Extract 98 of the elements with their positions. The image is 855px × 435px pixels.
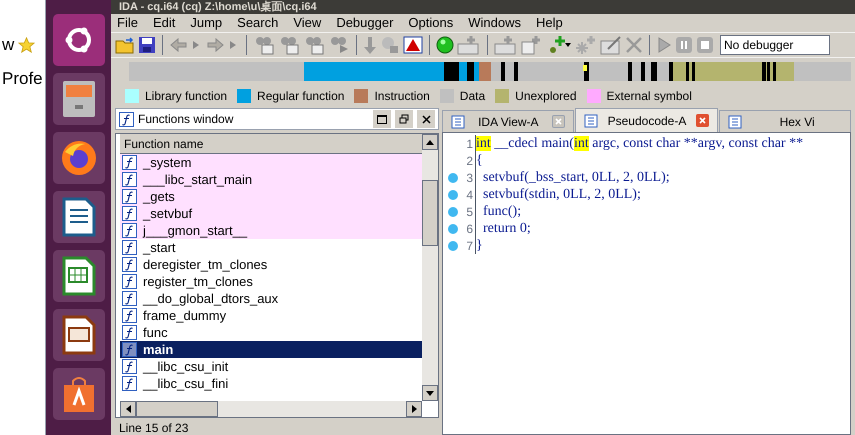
warning-icon[interactable] <box>403 36 423 54</box>
binoculars-icon[interactable] <box>278 35 300 55</box>
code-line: int __cdecl main(int argc, const char **argv, const char ** <box>476 135 804 153</box>
legend-label: Regular function <box>257 88 344 105</box>
close-icon[interactable] <box>417 110 435 128</box>
left-arrow-icon[interactable] <box>126 405 130 413</box>
legend-label: External symbol <box>606 88 692 105</box>
right-arrow-icon[interactable] <box>412 405 416 413</box>
binoculars-icon[interactable] <box>303 35 325 55</box>
document-icon[interactable] <box>52 191 104 243</box>
restore-icon[interactable] <box>395 110 413 128</box>
function-icon <box>122 206 137 221</box>
legend-label: Instruction <box>374 88 430 105</box>
add-string-icon[interactable] <box>521 35 543 55</box>
line-number: 5 <box>465 204 474 220</box>
page-text: w <box>2 34 14 56</box>
star-icon[interactable] <box>18 36 36 53</box>
down-arrow-icon[interactable] <box>426 390 434 396</box>
horizontal-scrollbar[interactable] <box>120 401 422 417</box>
line-number: 2 <box>465 152 474 170</box>
code-line: } <box>476 237 483 255</box>
line-number: 3 <box>465 170 474 186</box>
code-line: return 0; <box>482 220 531 238</box>
menu-item[interactable]: Windows <box>468 13 521 33</box>
menu-item[interactable]: Search <box>237 13 278 33</box>
legend-label: Unexplored <box>515 88 577 105</box>
function-row[interactable]: _setvbuf <box>120 205 422 222</box>
function-row[interactable]: _gets <box>120 188 422 205</box>
pause-icon[interactable] <box>675 36 693 54</box>
menu-item[interactable]: Debugger <box>336 13 394 33</box>
save-icon[interactable] <box>138 36 156 54</box>
function-icon <box>122 223 137 238</box>
legend-label: Data <box>460 88 486 105</box>
folder-icon[interactable] <box>115 36 135 54</box>
scrollbar-thumb[interactable] <box>422 180 438 246</box>
binoculars-icon[interactable] <box>253 35 275 55</box>
function-icon <box>122 308 137 323</box>
menu-item[interactable]: Jump <box>190 13 222 33</box>
status-light-icon[interactable] <box>436 36 454 54</box>
column-header[interactable]: Function name <box>120 134 422 154</box>
document-icon <box>728 114 742 128</box>
play-icon[interactable] <box>656 36 672 54</box>
scrollbar-thumb[interactable] <box>136 401 218 417</box>
window-title: IDA - cq.i64 (cq) Z:\home\u\桌面\cq.i64 <box>119 1 317 13</box>
document-icon <box>451 114 465 128</box>
function-row[interactable]: j___gmon_start__ <box>120 222 422 239</box>
shopping-bag-icon[interactable] <box>52 368 104 420</box>
function-icon <box>122 291 137 306</box>
tab[interactable]: IDA View-A <box>442 110 574 132</box>
page-text: Profe <box>2 68 43 90</box>
function-icon <box>122 274 137 289</box>
debugger-dropdown[interactable]: No debugger <box>720 35 830 55</box>
tab[interactable]: Pseudocode-A <box>574 108 718 132</box>
function-icon <box>122 257 137 272</box>
menu-item[interactable]: Options <box>408 13 454 33</box>
add-code-icon[interactable] <box>457 35 481 55</box>
line-number: 4 <box>465 186 474 204</box>
menu-item[interactable]: View <box>293 13 322 33</box>
code-line: { <box>476 152 483 170</box>
code-line: setvbuf(stdin, 0LL, 2, 0LL); <box>482 186 641 204</box>
binoculars-icon[interactable] <box>328 35 350 55</box>
ubuntu-logo-icon[interactable] <box>52 14 104 66</box>
function-icon <box>119 112 134 126</box>
function-icon <box>122 359 137 374</box>
function-icon <box>122 189 137 204</box>
function-icon <box>122 240 137 255</box>
function-row[interactable]: _system <box>120 154 422 171</box>
function-icon <box>122 376 137 391</box>
menu-item[interactable]: Help <box>536 13 563 33</box>
code-line: setvbuf(_bss_start, 0LL, 2, 0LL); <box>482 169 670 187</box>
function-icon <box>122 342 137 357</box>
line-number: 7 <box>465 238 474 254</box>
stop-icon[interactable] <box>696 36 714 54</box>
menu-item[interactable]: File <box>117 13 138 33</box>
maximize-icon[interactable] <box>373 110 391 128</box>
function-icon <box>122 325 137 340</box>
function-row[interactable]: main <box>120 341 422 358</box>
menu-item[interactable]: Edit <box>152 13 176 33</box>
legend-label: Library function <box>145 88 228 105</box>
spreadsheet-icon[interactable] <box>52 250 104 302</box>
function-icon <box>122 172 137 187</box>
pencil-icon[interactable] <box>600 35 622 55</box>
navigation-band[interactable] <box>129 62 851 80</box>
function-icon <box>122 155 137 170</box>
tab[interactable]: Hex Vi <box>719 110 851 132</box>
line-number: 6 <box>465 220 474 238</box>
browser-logo-icon[interactable] <box>52 132 104 184</box>
code-line: func(); <box>482 203 522 221</box>
panel-title: Functions window <box>138 111 234 128</box>
presentation-icon[interactable] <box>52 309 104 361</box>
status-text: Line 15 of 23 <box>119 421 188 435</box>
line-number: 1 <box>465 136 474 152</box>
up-arrow-icon[interactable] <box>426 140 434 144</box>
add-data-icon[interactable] <box>494 35 518 55</box>
file-cabinet-icon[interactable] <box>52 73 104 125</box>
document-icon <box>584 114 598 128</box>
function-row[interactable]: ___libc_start_main <box>120 171 422 188</box>
vertical-scrollbar[interactable] <box>422 134 438 401</box>
